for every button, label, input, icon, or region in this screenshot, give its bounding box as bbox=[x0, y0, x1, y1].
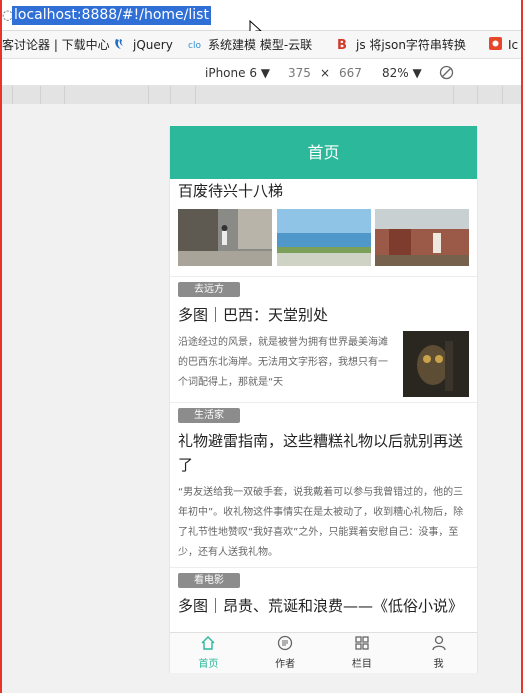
clo-icon: clo bbox=[188, 41, 201, 51]
list-item[interactable]: 百废待兴十八梯 bbox=[170, 179, 477, 277]
owl-photo bbox=[403, 331, 469, 397]
device-name: iPhone 6 bbox=[205, 66, 257, 80]
svg-text:B: B bbox=[337, 38, 347, 51]
device-height[interactable]: 667 bbox=[339, 66, 362, 80]
street-photo bbox=[178, 209, 272, 266]
article-excerpt: 沿途经过的风景，就是被誉为拥有世界最美海滩的巴西东北海岸。无法用文字形容，我想只… bbox=[178, 337, 388, 388]
tab-label: 栏目 bbox=[351, 659, 372, 670]
bookmark-ic[interactable]: Ic bbox=[488, 37, 518, 53]
category-tag[interactable]: 去远方 bbox=[178, 282, 240, 297]
article-list[interactable]: 百废待兴十八梯 去远方 多图｜巴西：天堂别处 沿途经过的风景，就是被誉为拥有世界… bbox=[170, 179, 477, 632]
zoom-level: 82% bbox=[382, 66, 409, 80]
tab-author[interactable]: 作者 bbox=[247, 633, 324, 673]
jquery-icon bbox=[115, 39, 123, 49]
bookmark-label: 客讨论器 | 下载中心 bbox=[2, 38, 110, 52]
list-item[interactable]: 去远方 多图｜巴西：天堂别处 沿途经过的风景，就是被誉为拥有世界最美海滩的巴西东… bbox=[170, 277, 477, 403]
bookmark-label: 系统建模 模型-云联 bbox=[208, 38, 313, 52]
ruler-tick bbox=[12, 86, 13, 104]
bookmark-label: js 将json字符串转换 bbox=[356, 38, 466, 52]
bookmark-label: jQuery bbox=[133, 38, 173, 52]
tab-label: 作者 bbox=[275, 659, 296, 670]
bottom-tab-bar: 首页 作者 栏目 我 bbox=[170, 632, 477, 673]
brick-wall-photo bbox=[375, 209, 469, 266]
b-icon: B bbox=[337, 38, 347, 51]
article-title: 礼物避雷指南，这些糟糕礼物以后就别再送了 bbox=[178, 432, 464, 474]
ruler-tick bbox=[195, 86, 196, 104]
device-viewport: 首页 百废待兴十八梯 去远方 多图｜巴西：天堂别处 沿途经过的风景，就是被誉为拥… bbox=[169, 126, 478, 673]
media-query-ruler bbox=[2, 86, 521, 104]
tab-label: 首页 bbox=[198, 659, 219, 670]
seaside-photo bbox=[276, 209, 371, 266]
article-body: 沿途经过的风景，就是被誉为拥有世界最美海滩的巴西东北海岸。无法用文字形容，我想只… bbox=[178, 331, 469, 397]
bookmark-label: Ic bbox=[508, 38, 519, 52]
ruler-tick bbox=[148, 86, 149, 104]
bookmark-clo[interactable]: clo 系统建模 模型-云联 bbox=[188, 37, 312, 53]
list-item[interactable]: 生活家 礼物避雷指南，这些糟糕礼物以后就别再送了 “男友送给我一双破手套，说我戴… bbox=[170, 403, 477, 568]
ruler-tick bbox=[64, 86, 65, 104]
category-tag[interactable]: 生活家 bbox=[178, 408, 240, 423]
red-square-icon bbox=[489, 37, 502, 50]
svg-text:clo: clo bbox=[188, 41, 201, 51]
article-title: 百废待兴十八梯 bbox=[178, 182, 284, 200]
url-text[interactable]: localhost:8888/#!/home/list bbox=[12, 6, 211, 25]
ruler-tick bbox=[170, 86, 171, 104]
bookmark-jquery[interactable]: jQuery bbox=[113, 37, 173, 53]
tab-label: 我 bbox=[433, 659, 444, 670]
rotate-icon[interactable] bbox=[439, 65, 454, 80]
ruler-tick bbox=[453, 86, 454, 104]
tab-me[interactable]: 我 bbox=[400, 633, 477, 673]
article-title: 多图｜昂贵、荒诞和浪费——《低俗小说》 bbox=[178, 597, 464, 615]
grid-icon bbox=[355, 636, 369, 650]
user-icon bbox=[431, 635, 446, 651]
article-images bbox=[178, 209, 469, 266]
device-select[interactable]: iPhone 6 ▼ bbox=[205, 66, 270, 80]
tab-columns[interactable]: 栏目 bbox=[324, 633, 401, 673]
ruler-tick bbox=[477, 86, 478, 104]
list-item[interactable]: 看电影 多图｜昂贵、荒诞和浪费——《低俗小说》 bbox=[170, 568, 477, 632]
home-icon bbox=[201, 636, 215, 650]
category-tag[interactable]: 看电影 bbox=[178, 573, 240, 588]
article-excerpt: “男友送给我一双破手套，说我戴着可以参与我曾错过的，他的三年初中”。收礼物这件事… bbox=[178, 487, 464, 558]
bookmark-json[interactable]: B js 将json字符串转换 bbox=[336, 37, 466, 53]
zoom-select[interactable]: 82% ▼ bbox=[382, 66, 422, 80]
author-icon bbox=[277, 635, 293, 651]
dimension-separator: × bbox=[320, 66, 331, 80]
device-toolbar: iPhone 6 ▼ 375 × 667 82% ▼ bbox=[2, 59, 521, 86]
tab-home[interactable]: 首页 bbox=[170, 633, 247, 673]
device-width[interactable]: 375 bbox=[288, 66, 311, 80]
article-title: 多图｜巴西：天堂别处 bbox=[178, 306, 329, 324]
address-bar[interactable]: ◌ localhost:8888/#!/home/list bbox=[2, 0, 521, 40]
ruler-tick bbox=[40, 86, 41, 104]
page-title: 首页 bbox=[170, 126, 477, 179]
ruler-tick bbox=[502, 86, 503, 104]
bookmark-item[interactable]: 客讨论器 | 下载中心 bbox=[2, 37, 110, 53]
bookmarks-bar: 客讨论器 | 下载中心 jQuery clo 系统建模 模型-云联 B js 将… bbox=[2, 31, 521, 59]
